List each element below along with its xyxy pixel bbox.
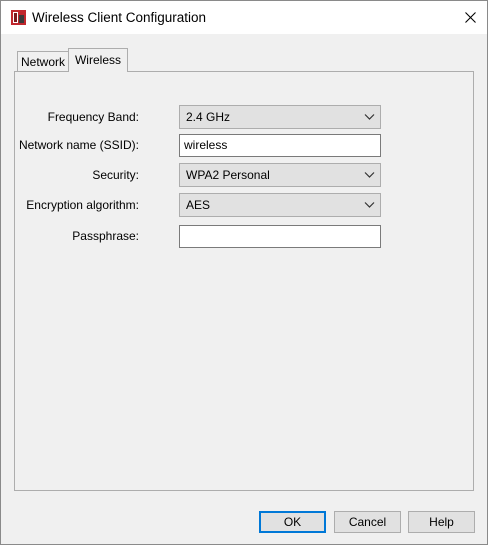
encryption-label: Encryption algorithm: xyxy=(26,198,139,212)
window-title: Wireless Client Configuration xyxy=(32,10,207,25)
security-select[interactable]: WPA2 Personal xyxy=(179,163,381,187)
close-icon xyxy=(464,12,476,23)
ok-button[interactable]: OK xyxy=(259,511,326,533)
chevron-down-icon xyxy=(364,172,375,178)
frequency-band-value: 2.4 GHz xyxy=(186,110,231,124)
wireless-tab-panel: Frequency Band: 2.4 GHz Network name (SS… xyxy=(14,71,474,491)
tab-wireless[interactable]: Wireless xyxy=(68,48,128,72)
chevron-down-icon xyxy=(364,114,375,120)
close-button[interactable] xyxy=(453,1,487,34)
title-bar: Wireless Client Configuration xyxy=(1,1,487,34)
frequency-band-select[interactable]: 2.4 GHz xyxy=(179,105,381,129)
encryption-select[interactable]: AES xyxy=(179,193,381,217)
security-value: WPA2 Personal xyxy=(186,168,270,182)
security-label: Security: xyxy=(92,168,139,182)
dialog-window: Wireless Client Configuration Network Wi… xyxy=(0,0,488,545)
chevron-down-icon xyxy=(364,202,375,208)
frequency-band-label: Frequency Band: xyxy=(47,110,139,124)
app-icon xyxy=(11,10,26,25)
tab-network[interactable]: Network xyxy=(17,51,69,71)
passphrase-label: Passphrase: xyxy=(72,229,139,243)
ssid-input[interactable]: wireless xyxy=(179,134,381,157)
dialog-body: Network Wireless Frequency Band: 2.4 GHz… xyxy=(1,34,487,544)
passphrase-input[interactable] xyxy=(179,225,381,248)
ssid-label: Network name (SSID): xyxy=(18,138,139,152)
ssid-value: wireless xyxy=(184,138,228,152)
help-button[interactable]: Help xyxy=(408,511,475,533)
encryption-value: AES xyxy=(186,198,211,212)
cancel-button[interactable]: Cancel xyxy=(334,511,401,533)
